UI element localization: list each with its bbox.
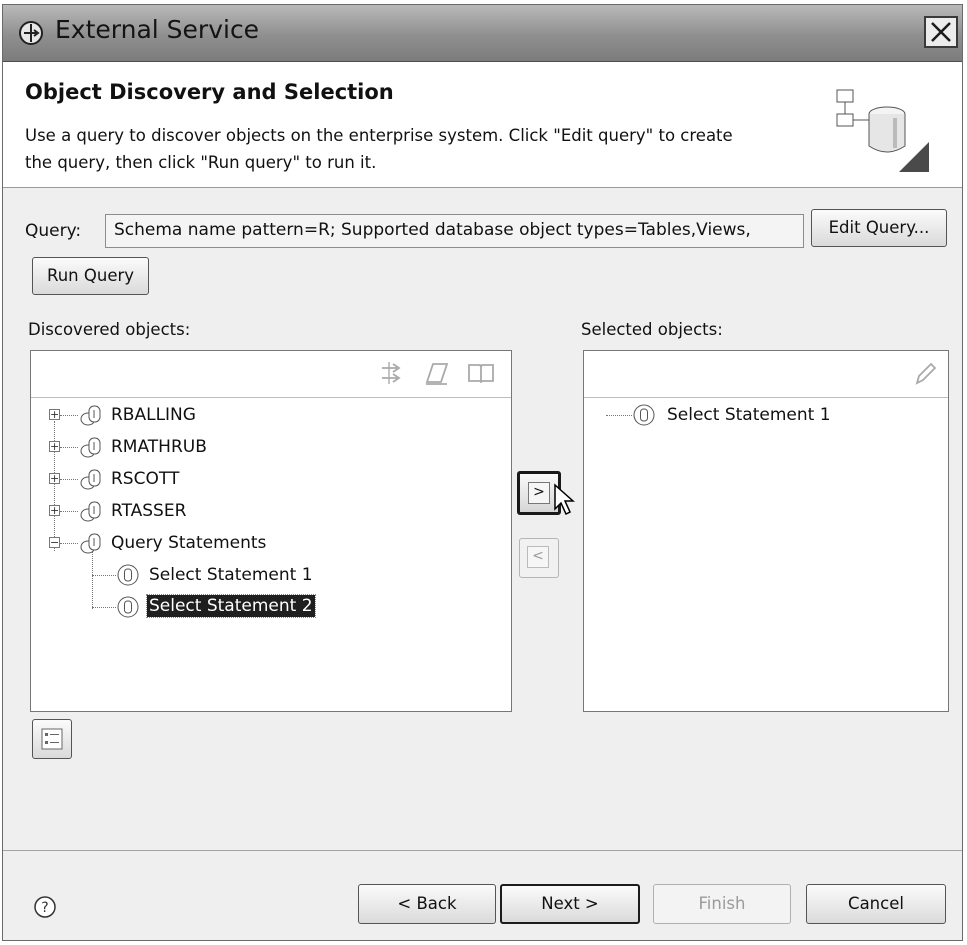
wizard-banner: Object Discovery and Selection Use a que…	[3, 62, 962, 188]
help-icon[interactable]: ?	[33, 895, 57, 919]
run-query-button[interactable]: Run Query	[32, 257, 149, 295]
tree-item[interactable]: Select Statement 1	[41, 561, 341, 589]
close-x-icon	[931, 22, 951, 42]
mouse-cursor-icon	[554, 483, 575, 516]
tree-item-selected[interactable]: Select Statement 2	[41, 593, 341, 621]
collapse-icon[interactable]: −	[49, 537, 60, 548]
schema-icon	[80, 501, 101, 522]
tree-item-label: RMATHRUB	[111, 437, 207, 457]
tree-item-label: Select Statement 1	[667, 405, 831, 425]
expand-icon[interactable]: +	[49, 441, 60, 452]
description-line-1: Use a query to discover objects on the e…	[25, 126, 733, 145]
remove-from-selected-button[interactable]: <	[519, 538, 559, 578]
expand-icon[interactable]: +	[49, 505, 60, 516]
expand-icon[interactable]: +	[49, 409, 60, 420]
back-button[interactable]: < Back	[358, 884, 496, 924]
svg-text:?: ?	[41, 900, 48, 916]
discovered-objects-tree[interactable]: + RBALLING + RMATHRUB + RSCOTT + RTASSER…	[30, 350, 512, 712]
tree-item-label: RTASSER	[111, 501, 187, 521]
properties-list-icon	[41, 728, 63, 750]
tree-item[interactable]: + RBALLING	[41, 401, 341, 429]
tree-item[interactable]: + RSCOTT	[41, 465, 341, 493]
tree-item-label: Select Statement 1	[149, 565, 313, 585]
finish-button[interactable]: Finish	[653, 884, 791, 924]
edit-icon[interactable]	[423, 360, 451, 386]
schema-icon	[80, 469, 101, 490]
external-service-icon	[19, 21, 43, 45]
database-diagram-icon	[836, 89, 929, 172]
tree-item-label: RBALLING	[111, 405, 196, 425]
properties-button[interactable]	[32, 719, 72, 759]
schema-icon	[80, 533, 101, 554]
chevron-left-icon: <	[527, 546, 549, 568]
window-title: External Service	[55, 15, 260, 44]
edit-icon[interactable]	[912, 361, 938, 387]
title-bar: External Service	[3, 5, 962, 62]
selected-toolbar	[584, 351, 948, 398]
schema-icon	[80, 405, 101, 426]
external-service-dialog: External Service Object Discovery and Se…	[2, 4, 963, 941]
selected-objects-label: Selected objects:	[581, 320, 723, 339]
tree-item[interactable]: + RMATHRUB	[41, 433, 341, 461]
tree-item[interactable]: Select Statement 1	[594, 401, 894, 429]
description-line-2: the query, then click "Run query" to run…	[25, 153, 377, 172]
footer-separator	[3, 850, 962, 851]
tree-item[interactable]: + RTASSER	[41, 497, 341, 525]
book-icon[interactable]	[467, 362, 495, 384]
schema-icon	[80, 437, 101, 458]
page-title: Object Discovery and Selection	[25, 80, 394, 104]
tree-item-label: RSCOTT	[111, 469, 180, 489]
cancel-button[interactable]: Cancel	[806, 884, 946, 924]
edit-query-button[interactable]: Edit Query...	[811, 209, 947, 247]
filter-icon[interactable]	[379, 360, 405, 386]
tree-item[interactable]: − Query Statements	[41, 529, 341, 557]
chevron-right-icon: >	[528, 482, 550, 504]
statement-icon	[117, 564, 139, 586]
tree-item-label: Query Statements	[111, 533, 267, 553]
next-button[interactable]: Next >	[500, 884, 640, 924]
statement-icon	[117, 596, 139, 618]
close-button[interactable]	[924, 16, 958, 48]
discovered-objects-label: Discovered objects:	[28, 320, 191, 339]
discovered-toolbar	[31, 351, 511, 398]
tree-item-label: Select Statement 2	[146, 594, 316, 618]
expand-icon[interactable]: +	[49, 473, 60, 484]
page-description: Use a query to discover objects on the e…	[25, 122, 815, 176]
selected-objects-tree[interactable]: Select Statement 1	[583, 350, 949, 712]
query-field[interactable]: Schema name pattern=R; Supported databas…	[105, 214, 804, 248]
query-label: Query:	[25, 221, 82, 241]
statement-icon	[633, 404, 655, 426]
